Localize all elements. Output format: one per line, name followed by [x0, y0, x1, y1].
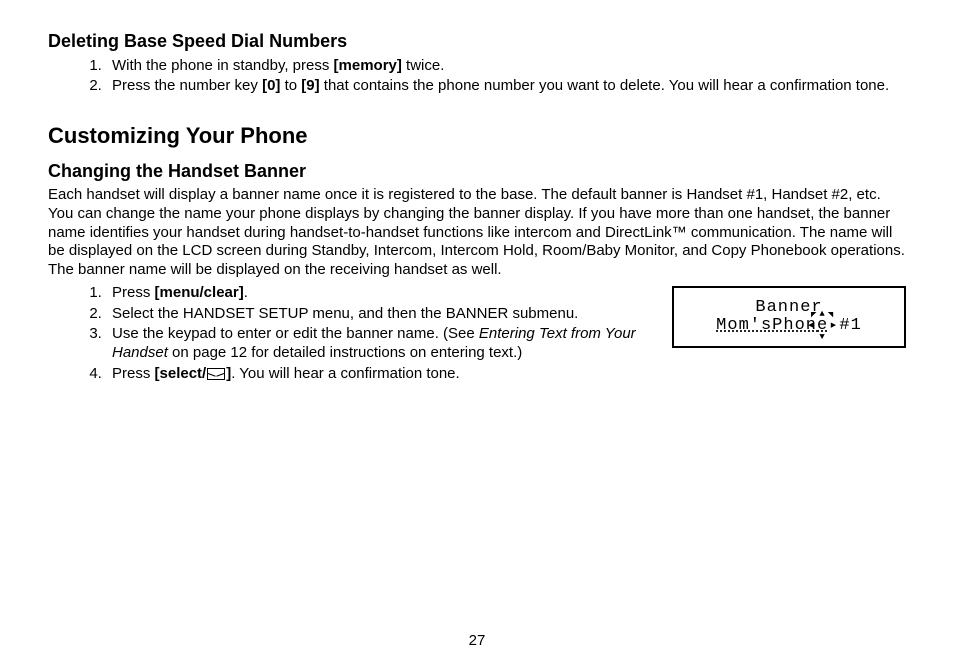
banner-step-4: Press [select/]. You will hear a confirm… — [106, 365, 650, 384]
arrow-right-icon: ▶ — [831, 321, 837, 330]
banner-step-1: Press [menu/clear]. — [106, 284, 650, 303]
heading-banner: Changing the Handset Banner — [48, 160, 906, 183]
arrow-down-icon: ▼ — [819, 333, 825, 342]
page-number: 27 — [0, 632, 954, 651]
lcd-cursor: ▲ ▼ ◀ ▶ ◤ ◥ e — [817, 317, 828, 335]
arrow-upleft-icon: ◤ — [811, 311, 817, 320]
lcd-screen: Banner Mom'sPhon ▲ ▼ ◀ ▶ ◤ ◥ e #1 — [672, 286, 906, 348]
heading-deleting: Deleting Base Speed Dial Numbers — [48, 30, 906, 53]
deleting-steps: With the phone in standby, press [memory… — [48, 57, 906, 97]
deleting-step-2: Press the number key [0] to [9] that con… — [106, 77, 906, 96]
envelope-icon — [207, 368, 225, 380]
banner-steps: Press [menu/clear]. Select the HANDSET S… — [48, 284, 650, 386]
lcd-line-2: Mom'sPhon ▲ ▼ ◀ ▶ ◤ ◥ e #1 — [716, 317, 862, 335]
banner-paragraph: Each handset will display a banner name … — [48, 186, 906, 280]
heading-customizing: Customizing Your Phone — [48, 122, 906, 150]
arrow-up-icon: ▲ — [819, 310, 825, 319]
deleting-step-1: With the phone in standby, press [memory… — [106, 57, 906, 76]
arrow-upright-icon: ◥ — [828, 311, 834, 320]
banner-step-2: Select the HANDSET SETUP menu, and then … — [106, 305, 650, 324]
arrow-left-icon: ◀ — [808, 321, 814, 330]
banner-step-3: Use the keypad to enter or edit the bann… — [106, 325, 650, 363]
